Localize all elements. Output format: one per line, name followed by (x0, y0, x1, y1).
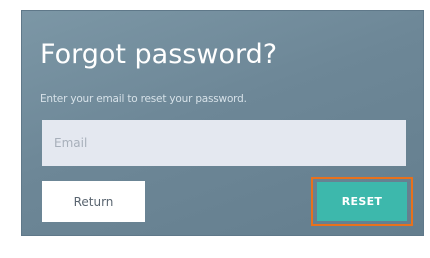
email-field[interactable] (42, 120, 406, 166)
return-button[interactable]: Return (42, 181, 145, 222)
page-subtitle: Enter your email to reset your password. (40, 93, 247, 105)
reset-button[interactable]: RESET (317, 182, 407, 221)
page-title: Forgot password? (40, 39, 278, 70)
reset-button-highlight: RESET (311, 177, 413, 226)
forgot-password-panel: Forgot password? Enter your email to res… (21, 10, 424, 236)
